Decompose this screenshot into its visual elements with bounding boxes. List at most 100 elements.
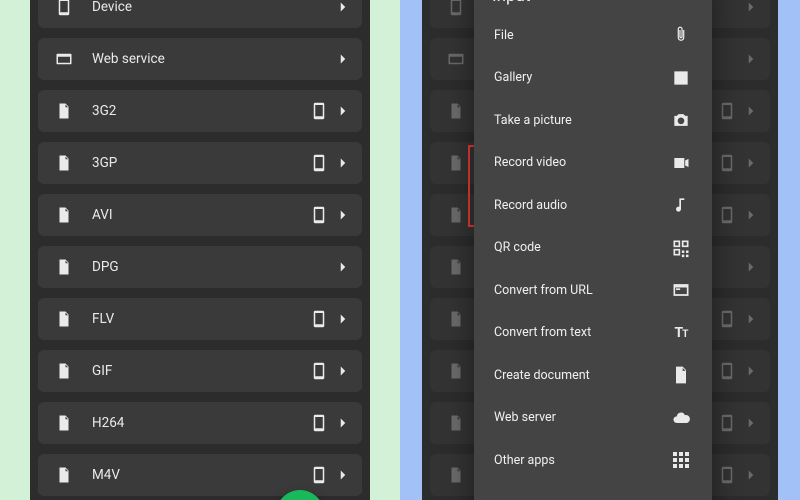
chevron-right-icon xyxy=(742,258,760,276)
video-icon xyxy=(670,153,692,173)
sheet-item-take-picture[interactable]: Take a picture xyxy=(474,99,712,142)
apps-icon xyxy=(670,452,692,468)
device-indicator-icon xyxy=(718,362,736,380)
file-icon xyxy=(442,414,470,432)
device-indicator-icon xyxy=(718,102,736,120)
file-icon xyxy=(50,206,78,224)
list-item-label: H264 xyxy=(78,415,310,431)
sheet-item-label: Take a picture xyxy=(494,113,670,128)
device-indicator-icon xyxy=(310,466,328,484)
chevron-right-icon xyxy=(334,362,352,380)
sheet-item-file[interactable]: File xyxy=(474,14,712,57)
device-indicator-icon xyxy=(310,102,328,120)
format-list: Device Web service 3G2 3GP AVI DPG FLV GIF H264 M… xyxy=(30,0,370,500)
list-item-web-service[interactable]: Web service xyxy=(38,38,362,80)
chevron-right-icon xyxy=(742,466,760,484)
left-screen: Device Web service 3G2 3GP AVI DPG FLV GIF H264 M… xyxy=(30,0,370,500)
sheet-item-label: Record video xyxy=(494,155,670,170)
chevron-right-icon xyxy=(742,102,760,120)
chevron-right-icon xyxy=(334,206,352,224)
device-indicator-icon xyxy=(718,310,736,328)
list-item-flv[interactable]: FLV xyxy=(38,298,362,340)
file-icon xyxy=(50,258,78,276)
list-item-label: Device xyxy=(78,0,334,15)
sheet-item-other-apps[interactable]: Other apps xyxy=(474,439,712,482)
sheet-item-record-audio[interactable]: Record audio xyxy=(474,184,712,227)
music-icon xyxy=(670,195,692,215)
sheet-item-qr-code[interactable]: QR code xyxy=(474,227,712,270)
doc-icon xyxy=(670,365,692,385)
right-screenshot: Input File Gallery Take a picture Record vi… xyxy=(400,0,800,500)
sheet-item-label: Other apps xyxy=(494,453,670,468)
sheet-item-create-doc[interactable]: Create document xyxy=(474,354,712,397)
camera-icon xyxy=(670,110,692,130)
list-item-label: GIF xyxy=(78,363,310,379)
chevron-right-icon xyxy=(742,362,760,380)
chevron-right-icon xyxy=(334,258,352,276)
file-icon xyxy=(50,310,78,328)
phone-icon xyxy=(50,0,78,16)
chevron-right-icon xyxy=(742,206,760,224)
sheet-item-label: Gallery xyxy=(494,70,670,85)
list-item-label: 3G2 xyxy=(78,103,310,119)
sheet-item-gallery[interactable]: Gallery xyxy=(474,57,712,100)
list-item-label: FLV xyxy=(78,311,310,327)
device-indicator-icon xyxy=(718,206,736,224)
device-indicator-icon xyxy=(310,154,328,172)
file-icon xyxy=(442,154,470,172)
image-icon xyxy=(670,68,692,88)
input-sheet: Input File Gallery Take a picture Record vi… xyxy=(474,0,712,500)
list-item-gif[interactable]: GIF xyxy=(38,350,362,392)
list-item-label: M4V xyxy=(78,467,310,483)
chevron-right-icon xyxy=(742,414,760,432)
chevron-right-icon xyxy=(742,154,760,172)
file-icon xyxy=(442,466,470,484)
list-item-dpg[interactable]: DPG xyxy=(38,246,362,288)
file-icon xyxy=(50,414,78,432)
chevron-right-icon xyxy=(334,466,352,484)
sheet-item-label: Convert from text xyxy=(494,325,670,340)
list-item-avi[interactable]: AVI xyxy=(38,194,362,236)
file-icon xyxy=(50,102,78,120)
chevron-right-icon xyxy=(334,310,352,328)
file-icon xyxy=(50,466,78,484)
list-item-h264[interactable]: H264 xyxy=(38,402,362,444)
list-item-3g2[interactable]: 3G2 xyxy=(38,90,362,132)
chevron-right-icon xyxy=(334,0,352,16)
device-indicator-icon xyxy=(718,154,736,172)
device-indicator-icon xyxy=(310,362,328,380)
left-screenshot: Device Web service 3G2 3GP AVI DPG FLV GIF H264 M… xyxy=(0,0,400,500)
sheet-item-from-url[interactable]: Convert from URL xyxy=(474,269,712,312)
sheet-item-web-server[interactable]: Web server xyxy=(474,397,712,440)
text-format-icon: TT xyxy=(670,326,692,340)
right-screen: Input File Gallery Take a picture Record vi… xyxy=(422,0,778,500)
browser-icon xyxy=(50,50,78,68)
phone-icon xyxy=(442,0,470,16)
sheet-title: Input xyxy=(474,0,712,14)
chevron-right-icon xyxy=(334,50,352,68)
sheet-item-label: Record audio xyxy=(494,198,670,213)
file-icon xyxy=(442,310,470,328)
qr-icon xyxy=(670,238,692,258)
list-item-label: DPG xyxy=(78,259,334,275)
chevron-right-icon xyxy=(742,50,760,68)
web-icon xyxy=(670,280,692,300)
list-item-device[interactable]: Device xyxy=(38,0,362,28)
file-icon xyxy=(442,206,470,224)
attach-icon xyxy=(670,25,692,45)
list-item-label: Web service xyxy=(78,51,334,67)
chevron-right-icon xyxy=(742,310,760,328)
chevron-right-icon xyxy=(742,0,760,16)
chevron-right-icon xyxy=(334,414,352,432)
sheet-item-label: File xyxy=(494,28,670,43)
browser-icon xyxy=(442,50,470,68)
chevron-right-icon xyxy=(334,102,352,120)
file-icon xyxy=(50,154,78,172)
sheet-item-record-video[interactable]: Record video xyxy=(474,142,712,185)
list-item-3gp[interactable]: 3GP xyxy=(38,142,362,184)
sheet-item-from-text[interactable]: Convert from textTT xyxy=(474,312,712,355)
file-icon xyxy=(442,258,470,276)
list-item-m4v[interactable]: M4V xyxy=(38,454,362,496)
device-indicator-icon xyxy=(310,310,328,328)
device-indicator-icon xyxy=(310,206,328,224)
